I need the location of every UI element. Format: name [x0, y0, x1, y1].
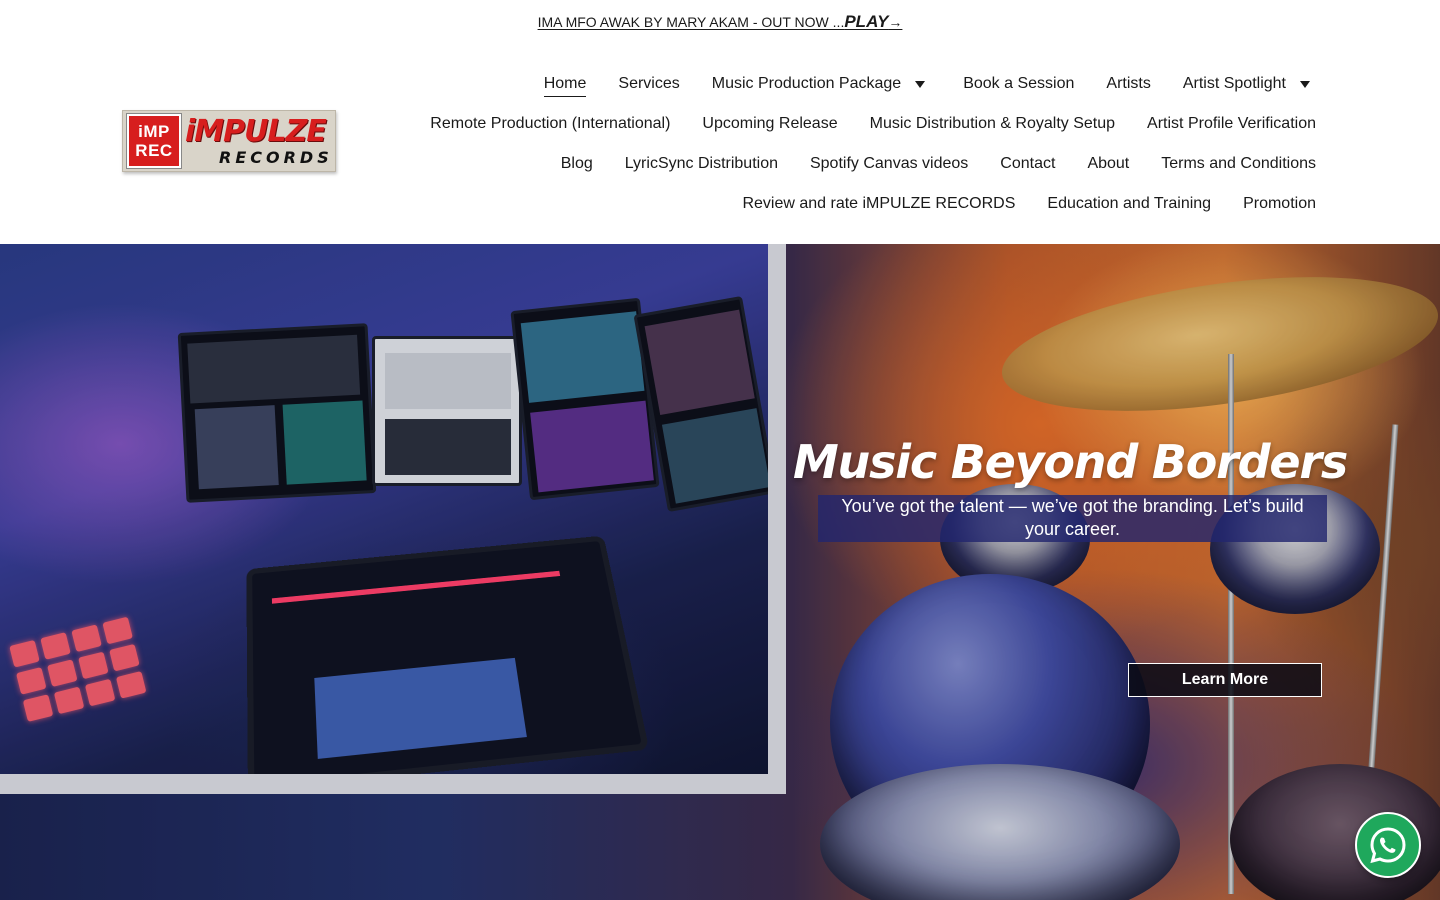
logo-badge-line2: REC	[135, 141, 173, 160]
announcement-text: IMA MFO AWAK BY MARY AKAM - OUT NOW ...	[537, 14, 845, 30]
logo-sub: RECORDS	[219, 148, 333, 167]
caret-down-icon[interactable]	[915, 80, 926, 88]
logo-badge-line1: iMP	[138, 122, 170, 141]
learn-more-button[interactable]: Learn More	[1128, 663, 1322, 697]
nav-item-review-and-rate[interactable]: Review and rate iMPULZE RECORDS	[742, 195, 1015, 213]
nav-row-4: Review and rate iMPULZE RECORDS Educatio…	[356, 184, 1316, 224]
announcement-link[interactable]: IMA MFO AWAK BY MARY AKAM - OUT NOW ... …	[538, 12, 903, 32]
announcement-play: PLAY	[844, 12, 889, 31]
logo-badge: iMP REC	[127, 114, 181, 168]
nav-item-home[interactable]: Home	[543, 75, 587, 97]
nav-item-about[interactable]: About	[1087, 155, 1129, 173]
hero-subtitle: You’ve got the talent — we’ve got the br…	[818, 495, 1327, 542]
arrow-right-icon: →	[888, 14, 903, 30]
nav-item-terms-and-conditions[interactable]: Terms and Conditions	[1161, 155, 1316, 173]
site-header: iMP REC iMPULZE RECORDS Home Services Mu…	[0, 44, 1440, 244]
nav-item-spotify-canvas-videos[interactable]: Spotify Canvas videos	[810, 155, 968, 173]
caret-down-icon[interactable]	[1300, 80, 1310, 88]
logo-brand: iMPULZE	[185, 114, 327, 149]
hero-title: Music Beyond Borders	[792, 435, 1348, 489]
nav-item-music-production-package[interactable]: Music Production Package	[712, 75, 931, 93]
nav-row-2: Remote Production (International) Upcomi…	[356, 104, 1316, 144]
nav-item-label: Artist Spotlight	[1182, 75, 1286, 92]
nav-item-services[interactable]: Services	[618, 75, 679, 93]
whatsapp-chat-button[interactable]	[1355, 812, 1421, 878]
nav-row-1: Home Services Music Production Package B…	[356, 64, 1316, 104]
nav-item-book-a-session[interactable]: Book a Session	[963, 75, 1074, 93]
nav-item-label: Music Production Package	[711, 75, 902, 92]
hero-section: Music Beyond Borders You’ve got the tale…	[0, 244, 1440, 900]
nav-item-education-and-training[interactable]: Education and Training	[1047, 195, 1211, 213]
site-logo[interactable]: iMP REC iMPULZE RECORDS	[122, 110, 336, 172]
whatsapp-icon	[1370, 827, 1406, 864]
announcement-bar: IMA MFO AWAK BY MARY AKAM - OUT NOW ... …	[0, 0, 1440, 44]
nav-item-upcoming-release[interactable]: Upcoming Release	[702, 115, 837, 133]
nav-item-lyricsync-distribution[interactable]: LyricSync Distribution	[625, 155, 778, 173]
nav-item-music-distribution[interactable]: Music Distribution & Royalty Setup	[870, 115, 1115, 133]
nav-item-blog[interactable]: Blog	[561, 155, 593, 173]
nav-item-artists[interactable]: Artists	[1106, 75, 1150, 93]
main-navigation: Home Services Music Production Package B…	[356, 64, 1316, 224]
nav-item-artist-spotlight[interactable]: Artist Spotlight	[1183, 75, 1316, 93]
nav-item-promotion[interactable]: Promotion	[1243, 195, 1316, 213]
nav-row-3: Blog LyricSync Distribution Spotify Canv…	[356, 144, 1316, 184]
hero-overlay	[0, 244, 1440, 900]
nav-item-artist-profile-verification[interactable]: Artist Profile Verification	[1147, 115, 1316, 133]
nav-item-remote-production[interactable]: Remote Production (International)	[430, 115, 670, 133]
nav-item-contact[interactable]: Contact	[1000, 155, 1055, 173]
